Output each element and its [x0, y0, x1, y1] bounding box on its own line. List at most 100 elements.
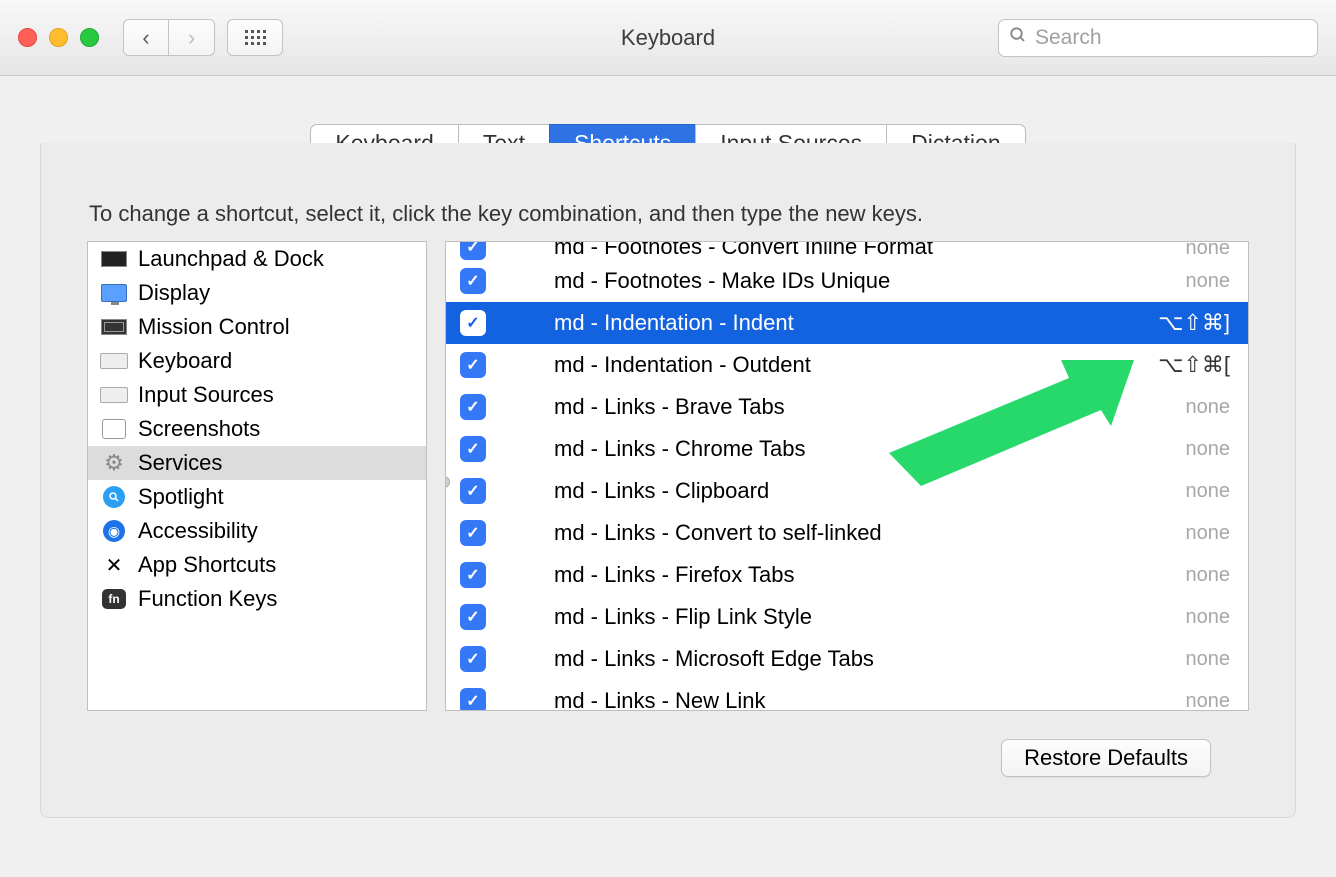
- search-icon: [1009, 26, 1027, 50]
- service-shortcut[interactable]: none: [1186, 522, 1231, 545]
- titlebar: ‹ › Keyboard Search: [0, 0, 1336, 76]
- sidebar-item-spotlight[interactable]: Spotlight: [88, 480, 426, 514]
- service-checkbox[interactable]: ✓: [460, 242, 486, 260]
- sidebar-item-label: App Shortcuts: [138, 552, 276, 578]
- sidebar-item-label: Screenshots: [138, 416, 260, 442]
- sidebar-item-function-keys[interactable]: fn Function Keys: [88, 582, 426, 616]
- window-title: Keyboard: [621, 25, 715, 51]
- service-label: md - Links - Firefox Tabs: [554, 562, 1186, 588]
- service-label: md - Footnotes - Convert Inline Format: [554, 242, 1186, 260]
- service-label: md - Links - Chrome Tabs: [554, 436, 1186, 462]
- service-shortcut[interactable]: none: [1186, 564, 1231, 587]
- service-checkbox[interactable]: ✓: [460, 646, 486, 672]
- service-row[interactable]: ✓ md - Links - Chrome Tabsnone: [446, 428, 1248, 470]
- service-checkbox[interactable]: ✓: [460, 268, 486, 294]
- instruction-text: To change a shortcut, select it, click t…: [41, 201, 1295, 241]
- service-shortcut[interactable]: ⌥⇧⌘]: [1158, 310, 1230, 336]
- service-row[interactable]: ✓ md - Links - New Linknone: [446, 680, 1248, 711]
- service-label: md - Indentation - Outdent: [554, 352, 1158, 378]
- display-icon: [100, 281, 128, 305]
- chevron-left-icon: ‹: [142, 25, 149, 51]
- service-row[interactable]: ✓ md - Links - Microsoft Edge Tabsnone: [446, 638, 1248, 680]
- mission-control-icon: [100, 315, 128, 339]
- service-row[interactable]: ✓ md - Footnotes - Convert Inline Formatn…: [446, 242, 1248, 260]
- sidebar-item-input-sources[interactable]: Input Sources: [88, 378, 426, 412]
- service-label: md - Links - Microsoft Edge Tabs: [554, 646, 1186, 672]
- service-shortcut[interactable]: none: [1186, 690, 1231, 712]
- sidebar-item-launchpad-dock[interactable]: Launchpad & Dock: [88, 242, 426, 276]
- search-placeholder: Search: [1035, 26, 1102, 50]
- service-shortcut[interactable]: none: [1186, 438, 1231, 461]
- sidebar-item-services[interactable]: ⚙︎ Services: [88, 446, 426, 480]
- sidebar-item-mission-control[interactable]: Mission Control: [88, 310, 426, 344]
- sidebar-item-accessibility[interactable]: ◉ Accessibility: [88, 514, 426, 548]
- sidebar-item-label: Launchpad & Dock: [138, 246, 324, 272]
- grid-icon: [245, 30, 266, 45]
- service-checkbox[interactable]: ✓: [460, 520, 486, 546]
- service-row[interactable]: ✓ md - Indentation - Outdent⌥⇧⌘[: [446, 344, 1248, 386]
- input-sources-icon: [100, 383, 128, 407]
- service-shortcut[interactable]: none: [1186, 396, 1231, 419]
- sidebar-item-label: Services: [138, 450, 222, 476]
- traffic-lights: [18, 28, 99, 47]
- sidebar-item-keyboard[interactable]: Keyboard: [88, 344, 426, 378]
- service-label: md - Footnotes - Make IDs Unique: [554, 268, 1186, 294]
- content-panel: To change a shortcut, select it, click t…: [40, 143, 1296, 818]
- show-all-button[interactable]: [227, 19, 283, 56]
- service-checkbox[interactable]: ✓: [460, 436, 486, 462]
- sidebar-item-screenshots[interactable]: Screenshots: [88, 412, 426, 446]
- service-checkbox[interactable]: ✓: [460, 352, 486, 378]
- service-label: md - Links - Flip Link Style: [554, 604, 1186, 630]
- service-shortcut[interactable]: none: [1186, 480, 1231, 503]
- service-label: md - Links - Clipboard: [554, 478, 1186, 504]
- back-button[interactable]: ‹: [123, 19, 169, 56]
- sidebar-item-label: Mission Control: [138, 314, 290, 340]
- service-shortcut[interactable]: none: [1186, 606, 1231, 629]
- screenshots-icon: [100, 417, 128, 441]
- accessibility-icon: ◉: [100, 519, 128, 543]
- sidebar-item-label: Input Sources: [138, 382, 274, 408]
- services-icon: ⚙︎: [100, 451, 128, 475]
- function-keys-icon: fn: [100, 587, 128, 611]
- forward-button[interactable]: ›: [169, 19, 215, 56]
- chevron-right-icon: ›: [188, 25, 195, 51]
- service-checkbox[interactable]: ✓: [460, 310, 486, 336]
- service-row[interactable]: ✓ md - Footnotes - Make IDs Uniquenone: [446, 260, 1248, 302]
- app-shortcuts-icon: ✕: [100, 553, 128, 577]
- service-label: md - Indentation - Indent: [554, 310, 1158, 336]
- category-list: Launchpad & Dock Display Mission Control Ke…: [87, 241, 427, 711]
- launchpad-dock-icon: [100, 247, 128, 271]
- sidebar-item-label: Keyboard: [138, 348, 232, 374]
- service-checkbox[interactable]: ✓: [460, 562, 486, 588]
- shortcut-list: ✓md - Footnotes - Convert Inline Formatn…: [445, 241, 1249, 711]
- service-shortcut[interactable]: ⌥⇧⌘[: [1158, 352, 1230, 378]
- service-row[interactable]: ✓ md - Links - Convert to self-linkednone: [446, 512, 1248, 554]
- nav-buttons: ‹ ›: [123, 19, 215, 56]
- service-label: md - Links - Brave Tabs: [554, 394, 1186, 420]
- search-input[interactable]: Search: [998, 19, 1318, 57]
- service-row[interactable]: ✓ md - Links - Flip Link Stylenone: [446, 596, 1248, 638]
- service-checkbox[interactable]: ✓: [460, 604, 486, 630]
- keyboard-icon: [100, 349, 128, 373]
- service-checkbox[interactable]: ✓: [460, 394, 486, 420]
- sidebar-item-display[interactable]: Display: [88, 276, 426, 310]
- service-shortcut[interactable]: none: [1186, 648, 1231, 671]
- sidebar-item-label: Accessibility: [138, 518, 258, 544]
- service-label: md - Links - New Link: [554, 688, 1186, 711]
- sidebar-item-app-shortcuts[interactable]: ✕ App Shortcuts: [88, 548, 426, 582]
- zoom-window-button[interactable]: [80, 28, 99, 47]
- service-shortcut[interactable]: none: [1186, 270, 1231, 293]
- sidebar-item-label: Function Keys: [138, 586, 277, 612]
- spotlight-icon: [100, 485, 128, 509]
- service-row[interactable]: ✓ md - Links - Brave Tabsnone: [446, 386, 1248, 428]
- service-row[interactable]: ✓ md - Indentation - Indent⌥⇧⌘]: [446, 302, 1248, 344]
- service-shortcut[interactable]: none: [1186, 242, 1231, 260]
- service-row[interactable]: ✓ md - Links - Clipboardnone: [446, 470, 1248, 512]
- restore-defaults-button[interactable]: Restore Defaults: [1001, 739, 1211, 777]
- service-checkbox[interactable]: ✓: [460, 688, 486, 711]
- service-checkbox[interactable]: ✓: [460, 478, 486, 504]
- service-label: md - Links - Convert to self-linked: [554, 520, 1186, 546]
- service-row[interactable]: ✓ md - Links - Firefox Tabsnone: [446, 554, 1248, 596]
- close-window-button[interactable]: [18, 28, 37, 47]
- minimize-window-button[interactable]: [49, 28, 68, 47]
